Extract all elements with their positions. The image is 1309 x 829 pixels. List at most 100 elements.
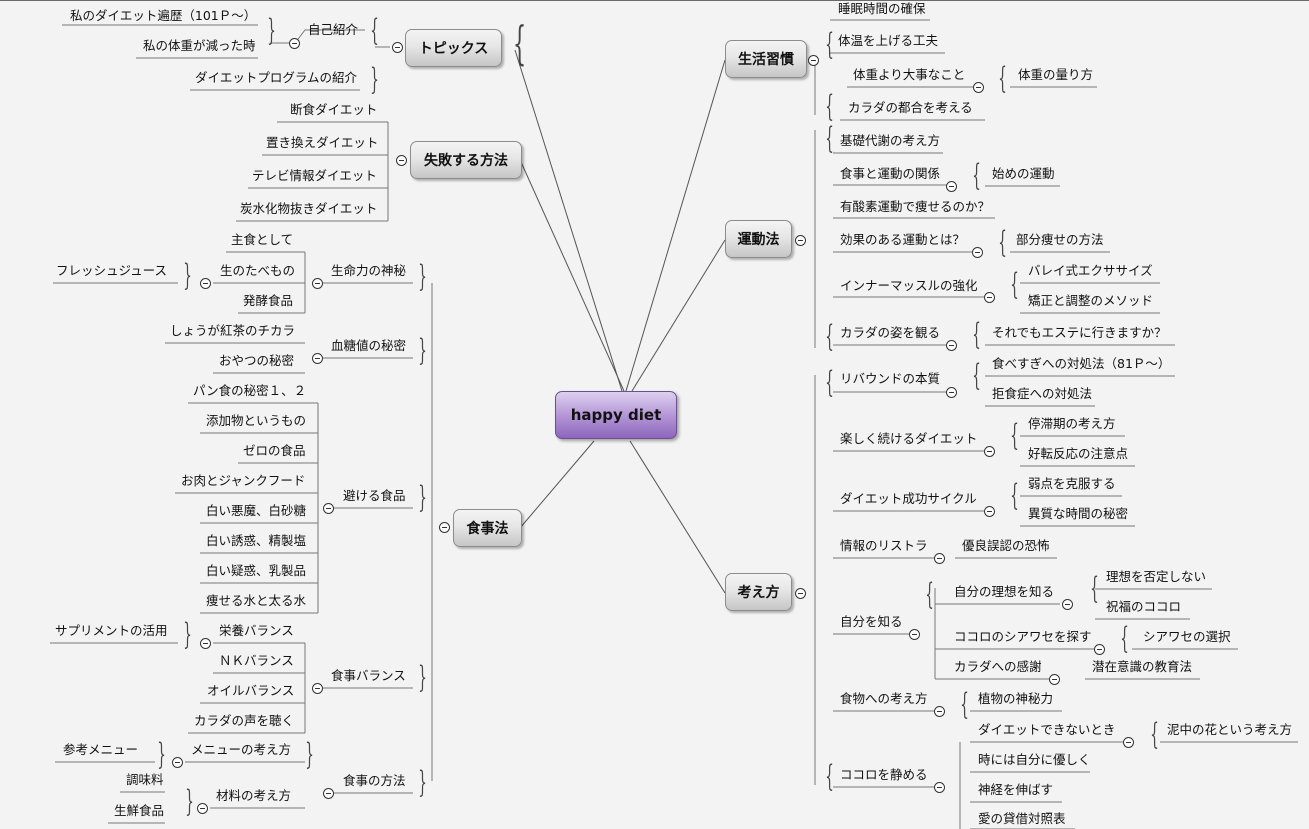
collapse-toggle[interactable] bbox=[396, 155, 407, 166]
node-plant-power[interactable]: 植物の神秘力 bbox=[978, 690, 1053, 708]
node-rebound-essence[interactable]: リバウンドの本質 bbox=[840, 370, 940, 388]
node-be-kind[interactable]: 時には自分に優しく bbox=[978, 751, 1091, 769]
collapse-toggle[interactable] bbox=[439, 522, 450, 533]
collapse-toggle[interactable] bbox=[808, 55, 819, 66]
node-subconscious[interactable]: 潜在意識の教育法 bbox=[1092, 658, 1192, 676]
node-avoid-item[interactable]: 添加物というもの bbox=[206, 412, 306, 430]
node-raise-temp[interactable]: 体温を上げる工夫 bbox=[838, 32, 938, 50]
collapse-toggle[interactable] bbox=[795, 588, 806, 599]
node-body-needs[interactable]: カラダの都合を考える bbox=[848, 99, 973, 117]
branch-diet-methods[interactable]: 食事法 bbox=[453, 509, 522, 547]
collapse-toggle[interactable] bbox=[323, 788, 334, 799]
collapse-toggle[interactable] bbox=[172, 757, 183, 768]
node-blood-sugar[interactable]: 血糖値の秘密 bbox=[331, 337, 406, 355]
node-oil-balance[interactable]: オイルバランス bbox=[207, 682, 294, 700]
node-fermented-food[interactable]: 発酵食品 bbox=[243, 292, 293, 310]
collapse-toggle[interactable] bbox=[289, 38, 300, 49]
node-choose-happiness[interactable]: シアワセの選択 bbox=[1143, 628, 1231, 646]
node-body-figure[interactable]: カラダの姿を観る bbox=[840, 324, 940, 342]
collapse-toggle[interactable] bbox=[984, 292, 995, 303]
node-raw-food[interactable]: 生のたべもの bbox=[220, 262, 295, 280]
node-diet-exercise-relation[interactable]: 食事と運動の関係 bbox=[840, 165, 940, 183]
node-enjoy-diet[interactable]: 楽しく続けるダイエット bbox=[840, 430, 977, 448]
collapse-toggle[interactable] bbox=[946, 387, 957, 398]
node-info-restructure[interactable]: 情報のリストラ bbox=[840, 537, 928, 555]
collapse-toggle[interactable] bbox=[1062, 599, 1073, 610]
node-effective-exercise[interactable]: 効果のある運動とは？ bbox=[840, 231, 965, 249]
node-sleep-time[interactable]: 睡眠時間の確保 bbox=[838, 0, 926, 18]
collapse-toggle[interactable] bbox=[200, 278, 211, 289]
node-fasting-diet[interactable]: 断食ダイエット bbox=[290, 101, 377, 119]
node-fresh-juice[interactable]: フレッシュジュース bbox=[56, 262, 167, 280]
collapse-toggle[interactable] bbox=[946, 181, 957, 192]
collapse-toggle[interactable] bbox=[1123, 737, 1134, 748]
branch-topics[interactable]: トピックス bbox=[405, 29, 502, 67]
node-healing-reaction[interactable]: 好転反応の注意点 bbox=[1028, 445, 1128, 463]
branch-exercise[interactable]: 運動法 bbox=[725, 220, 792, 258]
node-food-thinking[interactable]: 食物への考え方 bbox=[840, 690, 928, 708]
node-ballet-exercise[interactable]: バレイ式エクササイズ bbox=[1028, 262, 1153, 280]
node-starting-exercise[interactable]: 始めの運動 bbox=[992, 165, 1055, 183]
branch-failure-methods[interactable]: 失敗する方法 bbox=[410, 141, 522, 179]
node-nutrition-balance[interactable]: 栄養バランス bbox=[219, 622, 294, 640]
node-avoid-item[interactable]: 白い誘惑、精製塩 bbox=[206, 532, 306, 550]
node-success-cycle[interactable]: ダイエット成功サイクル bbox=[840, 490, 977, 508]
collapse-toggle[interactable] bbox=[984, 446, 995, 457]
node-foods-to-avoid[interactable]: 避ける食品 bbox=[343, 487, 406, 505]
collapse-toggle[interactable] bbox=[323, 503, 334, 514]
node-spot-reduction[interactable]: 部分痩せの方法 bbox=[1016, 231, 1104, 249]
node-avoid-item[interactable]: 痩せる水と太る水 bbox=[206, 592, 306, 610]
collapse-toggle[interactable] bbox=[197, 803, 208, 814]
node-menu-thinking[interactable]: メニューの考え方 bbox=[191, 741, 291, 759]
node-fresh-food[interactable]: 生鮮食品 bbox=[114, 802, 164, 820]
node-overeating[interactable]: 食べすぎへの対処法（81Ｐ～） bbox=[992, 355, 1170, 373]
collapse-toggle[interactable] bbox=[909, 629, 920, 640]
node-replacement-diet[interactable]: 置き換えダイエット bbox=[266, 134, 378, 152]
node-anorexia[interactable]: 拒食症への対処法 bbox=[992, 385, 1092, 403]
collapse-toggle[interactable] bbox=[946, 340, 957, 351]
collapse-toggle[interactable] bbox=[934, 553, 945, 564]
node-ingredient-thinking[interactable]: 材料の考え方 bbox=[216, 787, 291, 805]
collapse-toggle[interactable] bbox=[973, 82, 984, 93]
collapse-toggle[interactable] bbox=[984, 506, 995, 517]
central-topic[interactable]: happy diet bbox=[555, 391, 677, 439]
node-avoid-item[interactable]: パン食の秘密１、２ bbox=[193, 382, 306, 400]
node-blessing-heart[interactable]: 祝福のココロ bbox=[1106, 598, 1181, 616]
collapse-toggle[interactable] bbox=[934, 706, 945, 717]
node-meal-balance[interactable]: 食事バランス bbox=[331, 667, 406, 685]
node-diet-history[interactable]: 私のダイエット遍歴（101Ｐ～） bbox=[70, 7, 256, 25]
collapse-toggle[interactable] bbox=[1094, 644, 1105, 655]
node-snack-secret[interactable]: おやつの秘密 bbox=[219, 352, 294, 370]
collapse-toggle[interactable] bbox=[1049, 674, 1060, 685]
node-stretch-nerves[interactable]: 神経を伸ばす bbox=[978, 781, 1053, 799]
node-plateau[interactable]: 停滞期の考え方 bbox=[1028, 415, 1116, 433]
node-supplements[interactable]: サプリメントの活用 bbox=[55, 622, 168, 640]
node-bmr[interactable]: 基礎代謝の考え方 bbox=[840, 132, 940, 150]
node-seasoning[interactable]: 調味料 bbox=[126, 771, 164, 789]
node-special-time[interactable]: 異質な時間の秘密 bbox=[1028, 505, 1128, 523]
node-overcome-weakness[interactable]: 弱点を克服する bbox=[1028, 475, 1116, 493]
node-inner-muscle[interactable]: インナーマッスルの強化 bbox=[840, 277, 978, 295]
collapse-toggle[interactable] bbox=[312, 278, 323, 289]
node-reference-menu[interactable]: 参考メニュー bbox=[63, 741, 138, 759]
node-more-than-weight[interactable]: 体重より大事なこと bbox=[853, 66, 965, 84]
node-weight-loss-time[interactable]: 私の体重が減った時 bbox=[143, 37, 256, 55]
collapse-toggle[interactable] bbox=[934, 782, 945, 793]
collapse-toggle[interactable] bbox=[392, 42, 403, 53]
node-program-intro[interactable]: ダイエットプログラムの紹介 bbox=[195, 69, 357, 87]
collapse-toggle[interactable] bbox=[312, 683, 323, 694]
node-body-voice[interactable]: カラダの声を聴く bbox=[194, 712, 294, 730]
node-tv-info-diet[interactable]: テレビ情報ダイエット bbox=[252, 167, 377, 185]
collapse-toggle[interactable] bbox=[312, 353, 323, 364]
node-lotus-thinking[interactable]: 泥中の花という考え方 bbox=[1167, 721, 1292, 739]
node-meal-method[interactable]: 食事の方法 bbox=[343, 772, 406, 790]
node-misleading-fear[interactable]: 優良誤認の恐怖 bbox=[962, 537, 1050, 555]
node-know-yourself[interactable]: 自分を知る bbox=[840, 613, 903, 631]
node-nk-balance[interactable]: ＮＫバランス bbox=[219, 652, 294, 670]
node-calm-mind[interactable]: ココロを静める bbox=[840, 766, 928, 784]
collapse-toggle[interactable] bbox=[200, 638, 211, 649]
node-find-happiness[interactable]: ココロのシアワセを探す bbox=[954, 628, 1092, 646]
node-correction-method[interactable]: 矯正と調整のメソッド bbox=[1028, 292, 1153, 310]
node-aerobic-question[interactable]: 有酸素運動で痩せるのか？ bbox=[840, 198, 990, 216]
node-dont-deny-ideal[interactable]: 理想を否定しない bbox=[1106, 568, 1206, 586]
